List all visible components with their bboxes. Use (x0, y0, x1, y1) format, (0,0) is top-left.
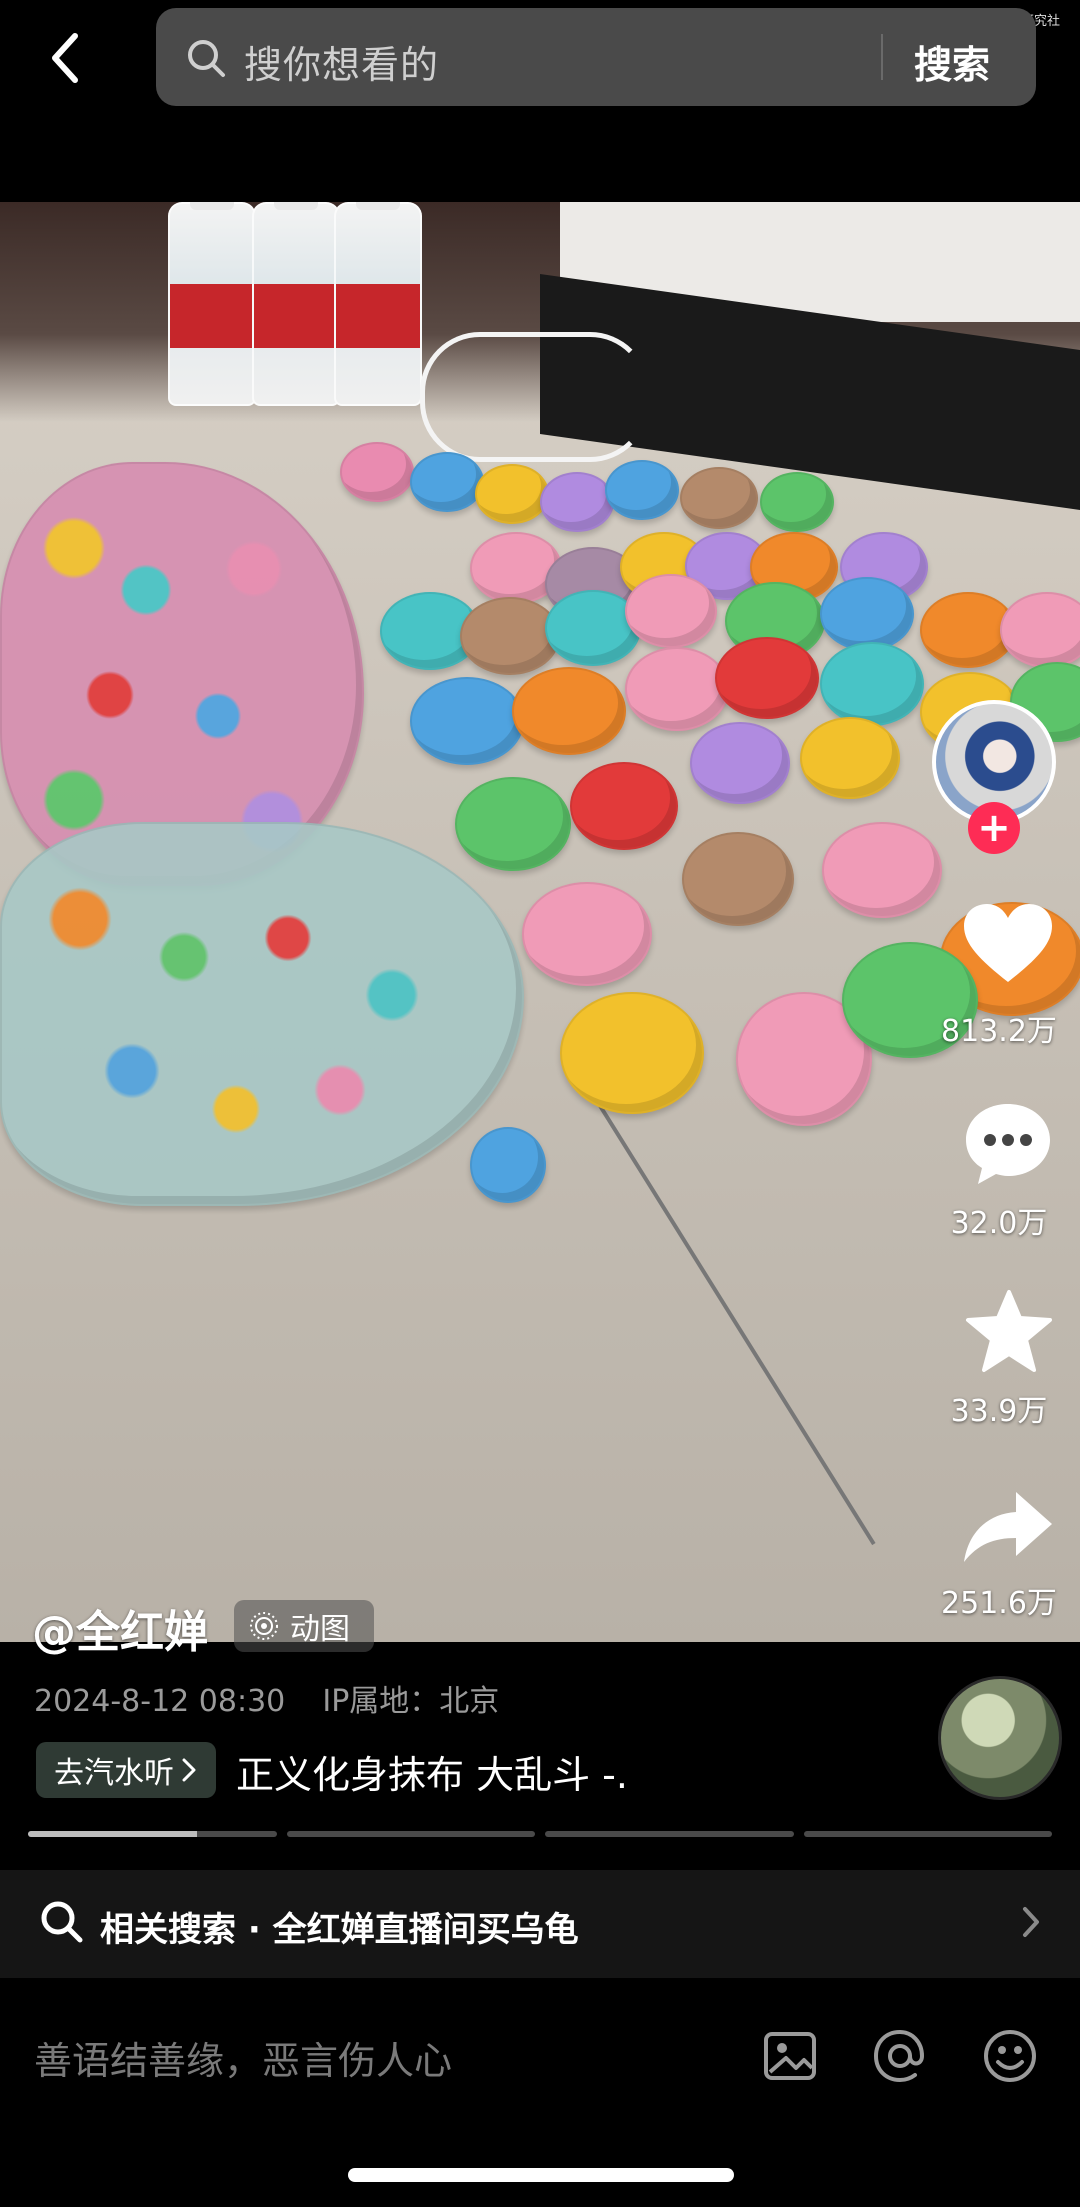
related-search-bar[interactable]: 相关搜索 · 全红婵直播间买乌龟 (0, 1870, 1080, 1978)
toy-turtle (605, 460, 679, 520)
gif-tag-label: 动图 (290, 1612, 350, 1647)
toy-turtle (410, 677, 524, 765)
music-chip[interactable]: 去汽水听 (36, 1742, 216, 1798)
search-bar[interactable]: 搜你想看的 搜索 (156, 8, 1036, 106)
share-count: 251.6万 (941, 1586, 1057, 1621)
toy-turtle (820, 642, 924, 726)
home-indicator[interactable] (348, 2168, 734, 2182)
gif-tag[interactable]: 动图 (234, 1600, 374, 1652)
post-meta: 2024-8-12 08:30 IP属地：北京 (34, 1676, 499, 1720)
post-timestamp: 2024-8-12 08:30 (34, 1684, 286, 1719)
water-bottle (334, 202, 422, 406)
comment-button[interactable]: 32.0万 (934, 1098, 1064, 1241)
favorite-count: 33.9万 (950, 1394, 1048, 1429)
image-picker-button[interactable] (760, 2026, 820, 2086)
toy-turtle (475, 464, 549, 524)
heart-icon (963, 904, 1052, 982)
toy-turtle (570, 762, 678, 850)
music-disc[interactable] (938, 1676, 1062, 1800)
search-button[interactable]: 搜索 (914, 34, 990, 89)
toy-turtle (455, 777, 571, 871)
related-search-label: 相关搜索 · 全红婵直播间买乌龟 (100, 1910, 579, 1950)
author-name[interactable]: @全红婵 (32, 1596, 208, 1660)
toy-turtle (560, 992, 704, 1114)
toy-turtle (625, 647, 729, 731)
toy-turtle (470, 1127, 546, 1203)
toy-turtle (522, 882, 652, 986)
water-bottle (252, 202, 340, 406)
progress-segment (545, 1831, 794, 1837)
water-bottle (168, 202, 256, 406)
emoji-button[interactable] (980, 2026, 1040, 2086)
live-photo-icon (250, 1612, 278, 1640)
comment-icon (965, 1104, 1050, 1184)
search-icon (188, 40, 225, 77)
share-icon (963, 1492, 1052, 1562)
author-avatar-button[interactable]: + (932, 700, 1064, 854)
toy-turtle (760, 472, 834, 532)
chevron-right-icon (1023, 1907, 1039, 1937)
search-input[interactable]: 搜你想看的 (244, 34, 439, 89)
toy-turtle (690, 722, 790, 804)
power-cable (420, 332, 650, 462)
toy-turtle (512, 667, 626, 755)
chevron-right-icon (182, 1758, 196, 1782)
toy-turtle (625, 574, 717, 648)
at-icon (873, 2029, 925, 2083)
progress-segment (286, 1831, 535, 1837)
mention-button[interactable] (870, 2026, 930, 2086)
toy-turtle (1000, 592, 1080, 668)
toy-turtle (800, 717, 900, 799)
follow-button[interactable]: + (968, 802, 1020, 854)
favorite-button[interactable]: 33.9万 (934, 1288, 1064, 1429)
comment-count: 32.0万 (950, 1206, 1048, 1241)
post-ip-location: IP属地：北京 (322, 1684, 500, 1719)
like-button[interactable]: 813.2万 (934, 900, 1064, 1049)
video-frame[interactable] (0, 202, 1080, 1642)
toy-turtle (680, 467, 758, 529)
toy-turtle (410, 452, 484, 512)
toy-turtle (340, 442, 414, 502)
post-description[interactable]: 正义化身抹布 大乱斗 -. (236, 1744, 628, 1799)
toy-turtle (820, 577, 914, 651)
toy-turtle (822, 822, 942, 918)
progress-segment (28, 1831, 277, 1837)
share-button[interactable]: 251.6万 (934, 1486, 1064, 1621)
search-icon (41, 1901, 83, 1943)
toy-turtle (540, 472, 614, 532)
image-icon (764, 2032, 816, 2080)
back-button[interactable] (40, 28, 90, 88)
progress-indicator (28, 1831, 1052, 1837)
emoji-icon (984, 2030, 1036, 2082)
music-chip-label: 去汽水听 (54, 1756, 174, 1791)
search-divider (881, 34, 883, 80)
back-icon (52, 33, 78, 83)
toy-turtle (460, 597, 560, 675)
floor-seam (596, 1102, 876, 1546)
toy-pile-left-bottom (0, 822, 524, 1206)
progress-segment (803, 1831, 1052, 1837)
progress-fill (28, 1831, 197, 1837)
like-count: 813.2万 (941, 1014, 1057, 1049)
toy-turtle (682, 832, 794, 926)
toy-turtle (715, 637, 819, 719)
star-icon (966, 1290, 1052, 1372)
comment-input[interactable]: 善语结善缘，恶言伤人心 (34, 2030, 452, 2085)
